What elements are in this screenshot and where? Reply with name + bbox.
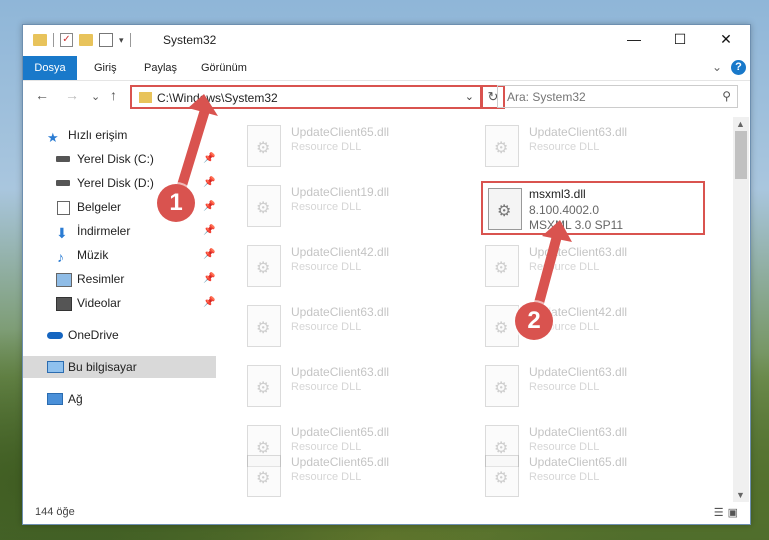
arrow-2-head [542,220,572,242]
step-2-badge: 2 [515,302,553,340]
step-1-badge: 1 [157,184,195,222]
annotation-arrows [171,94,572,323]
